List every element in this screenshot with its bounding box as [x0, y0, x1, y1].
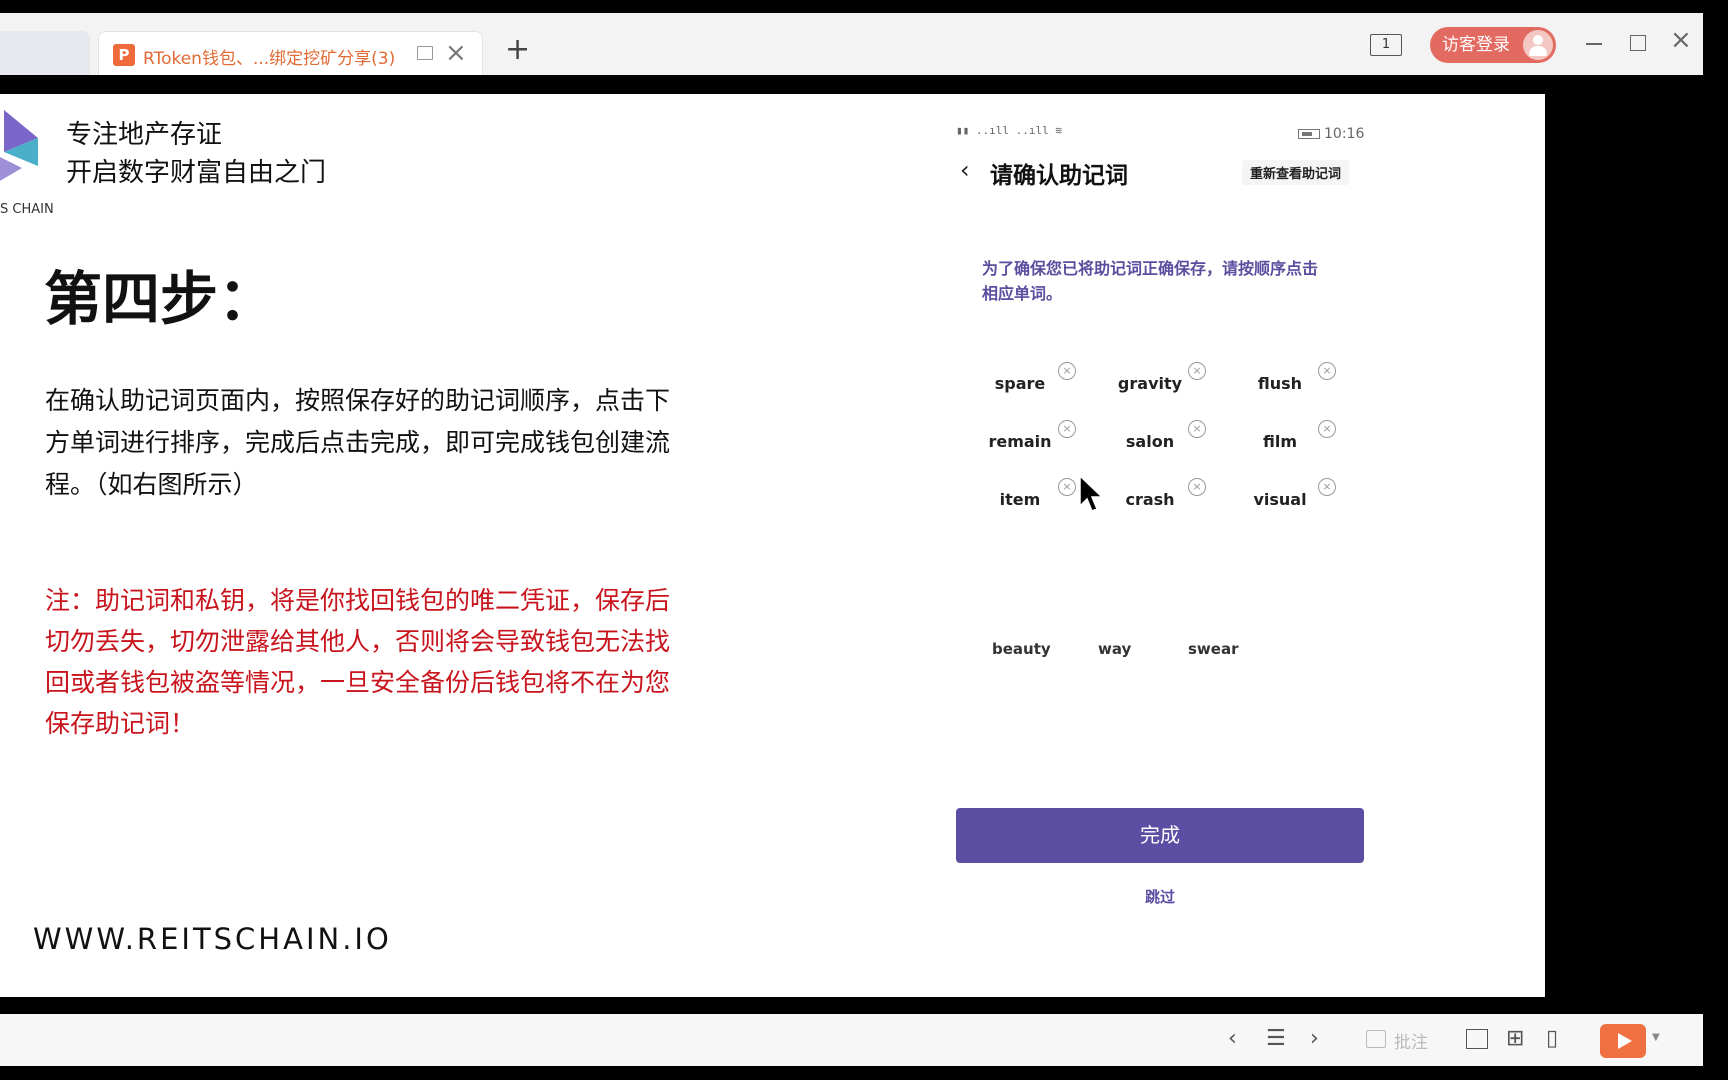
selected-word[interactable]: visual × — [1230, 474, 1350, 514]
selected-word[interactable]: spare × — [970, 358, 1090, 398]
step-title: 第四步： — [44, 265, 277, 333]
tab-home[interactable] — [0, 31, 90, 75]
option-word[interactable]: swear — [1188, 640, 1238, 658]
selected-word[interactable]: crash × — [1100, 474, 1220, 514]
status-time: 10:16 — [1298, 126, 1364, 142]
remove-circle-icon[interactable]: × — [1188, 420, 1206, 438]
remove-circle-icon[interactable]: × — [1188, 478, 1206, 496]
new-tab-button[interactable]: + — [505, 35, 530, 65]
step-description: 在确认助记词页面内，按照保存好的助记词顺序，点击下方单词进行排序，完成后点击完成… — [45, 386, 671, 499]
play-slideshow-button[interactable] — [1600, 1024, 1646, 1058]
skip-link[interactable]: 跳过 — [950, 886, 1370, 907]
selected-word[interactable]: remain × — [970, 416, 1090, 456]
back-chevron-icon[interactable]: ‹ — [960, 158, 970, 182]
tab-presentation[interactable]: P RToken钱包、...绑定挖矿分享(3) × — [98, 31, 483, 75]
signal-icon: ▮▮ ..ıll ..ıll ≋ — [956, 124, 1062, 137]
phone-screenshot: ▮▮ ..ıll ..ıll ≋ 10:16 ‹ 请确认助记词 重新查看助记词 … — [950, 122, 1370, 906]
presentation-file-icon: P — [113, 44, 135, 66]
selected-word[interactable]: gravity × — [1100, 358, 1220, 398]
remove-circle-icon[interactable]: × — [1058, 478, 1076, 496]
avatar-icon — [1523, 30, 1553, 60]
tab-bar: P RToken钱包、...绑定挖矿分享(3) × + 1 访客登录 × — [0, 13, 1703, 75]
close-tab-icon[interactable]: × — [445, 38, 467, 68]
annotate-label[interactable]: 批注 — [1394, 1028, 1428, 1053]
screen-share-icon — [417, 46, 433, 60]
remove-circle-icon[interactable]: × — [1188, 362, 1206, 380]
presentation-toolbar: ‹ ☰ › 批注 ⊞ ▯ ▼ — [0, 1014, 1703, 1066]
remove-circle-icon[interactable]: × — [1058, 362, 1076, 380]
screen: P RToken钱包、...绑定挖矿分享(3) × + 1 访客登录 × S C… — [0, 0, 1728, 1080]
selected-word[interactable]: item × — [970, 474, 1090, 514]
selected-word[interactable]: film × — [1230, 416, 1350, 456]
maximize-icon[interactable] — [1630, 35, 1646, 51]
done-button[interactable]: 完成 — [956, 808, 1364, 863]
reading-view-icon[interactable]: ▯ — [1546, 1026, 1558, 1052]
mouse-cursor-icon — [1079, 474, 1104, 512]
selected-word[interactable]: salon × — [1100, 416, 1220, 456]
selected-word[interactable]: flush × — [1230, 358, 1350, 398]
slide-list-icon[interactable]: ☰ — [1266, 1026, 1286, 1052]
logo-text: S CHAIN — [0, 202, 54, 217]
page-count-icon[interactable]: 1 — [1370, 34, 1402, 56]
guest-login-label: 访客登录 — [1442, 35, 1510, 55]
option-word[interactable]: way — [1098, 640, 1131, 658]
review-mnemonic-button[interactable]: 重新查看助记词 — [1242, 160, 1350, 185]
battery-icon — [1298, 129, 1320, 139]
phone-instruction: 为了确保您已将助记词正确保存，请按顺序点击相应单词。 — [982, 259, 1319, 303]
remove-circle-icon[interactable]: × — [1058, 420, 1076, 438]
guest-login-button[interactable]: 访客登录 — [1430, 27, 1556, 63]
next-slide-icon[interactable]: › — [1310, 1026, 1319, 1052]
window-close-icon[interactable]: × — [1670, 25, 1692, 55]
play-dropdown-icon[interactable]: ▼ — [1652, 1032, 1660, 1043]
annotate-icon — [1366, 1030, 1386, 1048]
slogan-line1: 专注地产存证 — [66, 120, 223, 150]
remove-circle-icon[interactable]: × — [1318, 478, 1336, 496]
previous-slide-icon[interactable]: ‹ — [1228, 1026, 1237, 1052]
remove-circle-icon[interactable]: × — [1318, 420, 1336, 438]
grid-view-icon[interactable]: ⊞ — [1506, 1026, 1524, 1052]
reitschain-logo-icon — [0, 110, 38, 181]
normal-view-icon[interactable] — [1466, 1029, 1488, 1049]
minimize-icon[interactable] — [1586, 43, 1602, 45]
tab-title: RToken钱包、...绑定挖矿分享(3) — [143, 49, 396, 69]
warning-note: 注：助记词和私钥，将是你找回钱包的唯二凭证，保存后切勿丢失，切勿泄露给其他人，否… — [45, 586, 671, 738]
slide: S CHAIN 专注地产存证 开启数字财富自由之门 第四步： 在确认助记词页面内… — [0, 94, 1545, 997]
remove-circle-icon[interactable]: × — [1318, 362, 1336, 380]
phone-page-title: 请确认助记词 — [990, 163, 1128, 189]
website-url: WWW.REITSCHAIN.IO — [33, 922, 392, 956]
option-word[interactable]: beauty — [992, 640, 1051, 658]
slogan-line2: 开启数字财富自由之门 — [66, 158, 327, 188]
